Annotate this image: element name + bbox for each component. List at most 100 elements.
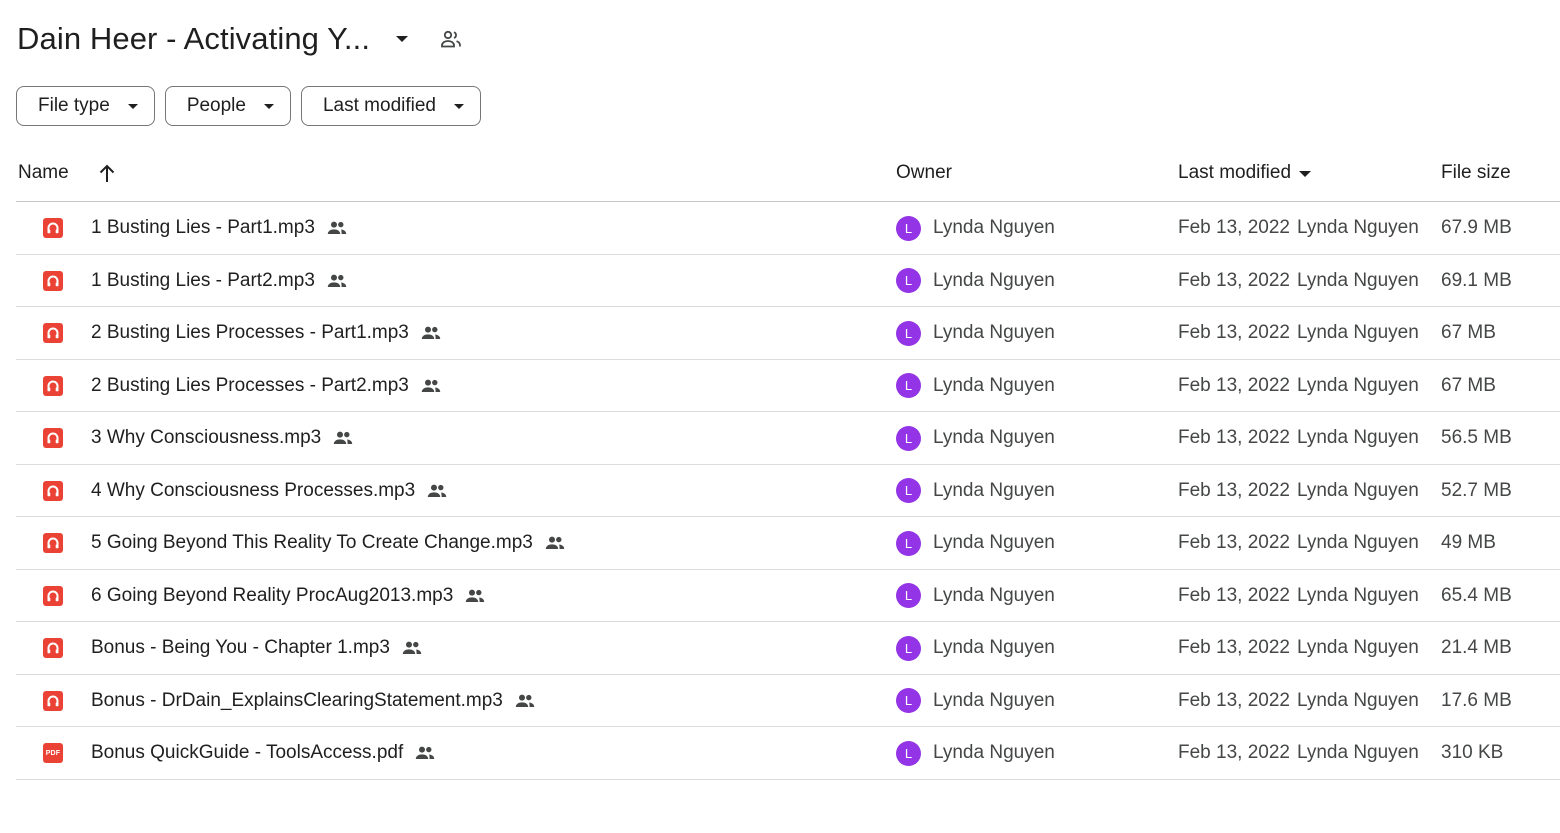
owner-cell: L Lynda Nguyen: [896, 570, 1055, 622]
owner-name: Lynda Nguyen: [933, 584, 1055, 606]
modified-by: Lynda Nguyen: [1296, 742, 1419, 763]
file-name-cell: 3 Why Consciousness.mp3: [91, 412, 355, 464]
column-header-owner[interactable]: Owner: [896, 162, 952, 184]
file-name: Bonus - Being You - Chapter 1.mp3: [91, 637, 390, 658]
last-modified-cell: Feb 13, 2022 Lynda Nguyen: [1178, 412, 1419, 464]
owner-cell: L Lynda Nguyen: [896, 255, 1055, 307]
file-row[interactable]: 2 Busting Lies Processes - Part1.mp3 L L…: [16, 307, 1560, 360]
owner-name: Lynda Nguyen: [933, 427, 1055, 448]
file-name: Bonus QuickGuide - ToolsAccess.pdf: [91, 742, 404, 763]
file-row[interactable]: 1 Busting Lies - Part2.mp3 L Lynda Nguye…: [16, 255, 1560, 307]
owner-name: Lynda Nguyen: [933, 532, 1055, 553]
owner-cell: L Lynda Nguyen: [896, 202, 1055, 254]
last-modified-cell: Feb 13, 2022 Lynda Nguyen: [1178, 465, 1419, 517]
file-name: 2 Busting Lies Processes - Part2.mp3: [91, 374, 409, 396]
arrow-drop-down-icon: [1299, 171, 1312, 177]
shared-people-icon: [515, 693, 537, 709]
file-name: 4 Why Consciousness Processes.mp3: [91, 479, 416, 501]
file-name-cell: 1 Busting Lies - Part2.mp3: [91, 255, 349, 307]
file-row[interactable]: 6 Going Beyond Reality ProcAug2013.mp3 L…: [16, 570, 1560, 622]
audio-file-icon: [43, 375, 63, 396]
file-row[interactable]: 1 Busting Lies - Part1.mp3 L Lynda Nguye…: [16, 202, 1560, 255]
file-size: 67 MB: [1441, 374, 1496, 396]
filter-last-modified-button[interactable]: Last modified: [300, 86, 481, 126]
last-modified-cell: Feb 13, 2022 Lynda Nguyen: [1178, 202, 1419, 254]
modified-by: Lynda Nguyen: [1296, 584, 1419, 606]
modified-date: Feb 13, 2022: [1178, 479, 1290, 501]
arrow-drop-down-icon: [127, 103, 138, 109]
column-header-last-modified-label: Last modified: [1178, 162, 1292, 183]
avatar[interactable]: L: [896, 478, 921, 503]
file-name-cell: Bonus - Being You - Chapter 1.mp3: [91, 622, 424, 674]
file-name: 2 Busting Lies Processes - Part1.mp3: [91, 322, 409, 343]
avatar[interactable]: L: [896, 688, 921, 713]
last-modified-cell: Feb 13, 2022 Lynda Nguyen: [1178, 517, 1419, 569]
avatar[interactable]: L: [896, 373, 921, 398]
file-name: 6 Going Beyond Reality ProcAug2013.mp3: [91, 584, 454, 606]
last-modified-cell: Feb 13, 2022 Lynda Nguyen: [1178, 622, 1419, 674]
file-size: 56.5 MB: [1441, 427, 1512, 448]
filter-label: People: [186, 95, 246, 116]
file-row[interactable]: PDF Bonus QuickGuide - ToolsAccess.pdf L…: [16, 727, 1560, 780]
file-row[interactable]: 4 Why Consciousness Processes.mp3 L Lynd…: [16, 465, 1560, 517]
file-list: 1 Busting Lies - Part1.mp3 L Lynda Nguye…: [16, 202, 1560, 780]
modified-date: Feb 13, 2022: [1178, 217, 1290, 238]
arrow-upward-icon[interactable]: [96, 162, 118, 186]
audio-file-icon: [43, 585, 63, 606]
avatar[interactable]: L: [896, 530, 921, 556]
file-name-cell: Bonus QuickGuide - ToolsAccess.pdf: [91, 727, 437, 779]
modified-by: Lynda Nguyen: [1296, 427, 1419, 448]
modified-date: Feb 13, 2022: [1178, 689, 1290, 711]
last-modified-cell: Feb 13, 2022 Lynda Nguyen: [1178, 255, 1419, 307]
file-name: 1 Busting Lies - Part1.mp3: [91, 217, 315, 238]
owner-name: Lynda Nguyen: [933, 689, 1055, 711]
arrow-drop-down-icon[interactable]: [388, 25, 416, 53]
file-name: Bonus - DrDain_ExplainsClearingStatement…: [91, 689, 503, 711]
avatar[interactable]: L: [896, 583, 921, 608]
modified-by: Lynda Nguyen: [1296, 637, 1419, 658]
column-header-last-modified[interactable]: Last modified: [1178, 162, 1312, 184]
avatar[interactable]: L: [896, 215, 921, 241]
last-modified-cell: Feb 13, 2022 Lynda Nguyen: [1178, 675, 1419, 727]
file-size: 17.6 MB: [1441, 689, 1512, 711]
file-row[interactable]: 5 Going Beyond This Reality To Create Ch…: [16, 517, 1560, 570]
folder-title[interactable]: Dain Heer - Activating Y...: [17, 21, 370, 57]
filter-people-button[interactable]: People: [164, 86, 291, 126]
avatar[interactable]: L: [896, 320, 921, 346]
owner-cell: L Lynda Nguyen: [896, 307, 1055, 359]
modified-by: Lynda Nguyen: [1296, 269, 1419, 291]
modified-by: Lynda Nguyen: [1296, 374, 1419, 396]
file-row[interactable]: 2 Busting Lies Processes - Part2.mp3 L L…: [16, 360, 1560, 412]
file-size: 69.1 MB: [1441, 269, 1512, 291]
file-name-cell: 2 Busting Lies Processes - Part1.mp3: [91, 307, 443, 359]
column-headers: Name Owner Last modified File size: [16, 150, 1560, 202]
file-row[interactable]: 3 Why Consciousness.mp3 L Lynda Nguyen F…: [16, 412, 1560, 465]
last-modified-cell: Feb 13, 2022 Lynda Nguyen: [1178, 570, 1419, 622]
shared-people-icon: [545, 535, 567, 551]
audio-file-icon: [43, 533, 63, 553]
file-size: 65.4 MB: [1441, 584, 1512, 606]
avatar[interactable]: L: [896, 635, 921, 661]
column-header-file-size[interactable]: File size: [1441, 162, 1511, 184]
last-modified-cell: Feb 13, 2022 Lynda Nguyen: [1178, 360, 1419, 412]
modified-date: Feb 13, 2022: [1178, 532, 1290, 553]
people-outline-icon[interactable]: [438, 26, 464, 52]
modified-date: Feb 13, 2022: [1178, 742, 1290, 763]
folder-header: Dain Heer - Activating Y...: [17, 14, 464, 64]
file-row[interactable]: Bonus - Being You - Chapter 1.mp3 L Lynd…: [16, 622, 1560, 675]
shared-people-icon: [327, 220, 349, 236]
arrow-drop-down-icon: [263, 103, 274, 109]
modified-date: Feb 13, 2022: [1178, 269, 1290, 291]
column-header-name[interactable]: Name: [18, 162, 69, 184]
file-row[interactable]: Bonus - DrDain_ExplainsClearingStatement…: [16, 675, 1560, 727]
shared-people-icon: [402, 640, 424, 656]
filter-label: File type: [38, 95, 110, 116]
owner-name: Lynda Nguyen: [933, 637, 1055, 658]
audio-file-icon: [43, 218, 63, 238]
avatar[interactable]: L: [896, 740, 921, 766]
avatar[interactable]: L: [896, 268, 921, 293]
filter-file-type-button[interactable]: File type: [16, 86, 155, 126]
avatar[interactable]: L: [896, 425, 921, 451]
modified-by: Lynda Nguyen: [1296, 689, 1419, 711]
file-name: 3 Why Consciousness.mp3: [91, 427, 322, 448]
